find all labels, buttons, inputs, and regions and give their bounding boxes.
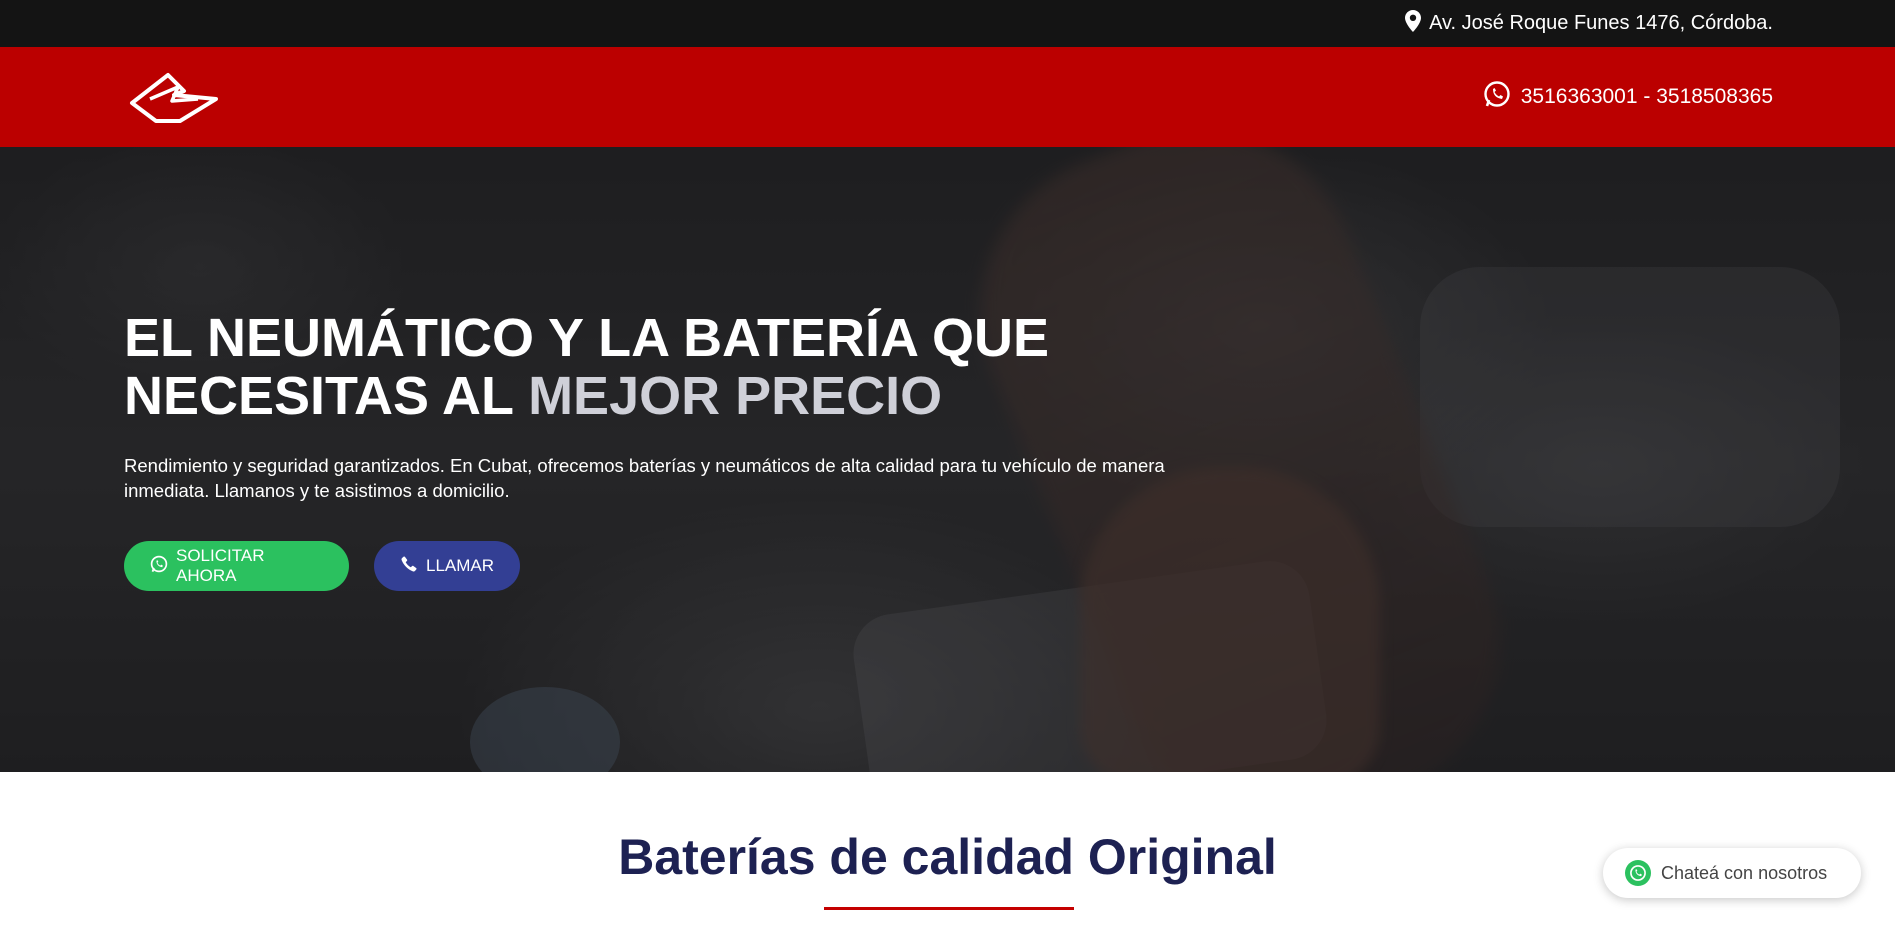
whatsapp-icon <box>1483 80 1511 114</box>
top-info-bar: Av. José Roque Funes 1476, Córdoba. <box>0 0 1895 47</box>
hero-subtitle: Rendimiento y seguridad garantizados. En… <box>124 455 1165 501</box>
solicitar-ahora-label: SOLICITAR AHORA <box>176 546 265 585</box>
section-underline <box>824 907 1074 910</box>
hero-buttons: SOLICITAR AHORA LLAMAR <box>124 541 520 591</box>
hero-title-line1: EL NEUMÁTICO Y LA BATERÍA QUE <box>124 308 1050 368</box>
whatsapp-icon <box>1625 860 1651 886</box>
hero-title-line2: NECESITAS AL <box>124 366 514 426</box>
chat-widget-button[interactable]: Chateá con nosotros <box>1603 848 1861 898</box>
address: Av. José Roque Funes 1476, Córdoba. <box>1405 0 1773 47</box>
address-text: Av. José Roque Funes 1476, Córdoba. <box>1429 12 1773 34</box>
logo[interactable] <box>128 69 220 125</box>
hero-section: EL NEUMÁTICO Y LA BATERÍA QUE NECESITAS … <box>0 147 1895 772</box>
llamar-label: LLAMAR <box>425 556 495 575</box>
hero-title-accent: MEJOR PRECIO <box>528 366 943 426</box>
site-header: 3516363001 - 3518508365 <box>0 47 1895 147</box>
header-phone[interactable]: 3516363001 - 3518508365 <box>1483 47 1773 147</box>
chat-widget-label: Chateá con nosotros <box>1661 862 1828 883</box>
hero-title: EL NEUMÁTICO Y LA BATERÍA QUE NECESITAS … <box>124 309 1104 425</box>
solicitar-ahora-button[interactable]: SOLICITAR AHORA <box>124 541 349 591</box>
map-pin-icon <box>1405 9 1422 38</box>
phone-numbers: 3516363001 - 3518508365 <box>1520 85 1773 108</box>
hero-content: EL NEUMÁTICO Y LA BATERÍA QUE NECESITAS … <box>124 309 1254 503</box>
whatsapp-icon <box>150 555 168 578</box>
phone-icon <box>400 555 418 578</box>
llamar-button[interactable]: LLAMAR <box>374 541 520 591</box>
